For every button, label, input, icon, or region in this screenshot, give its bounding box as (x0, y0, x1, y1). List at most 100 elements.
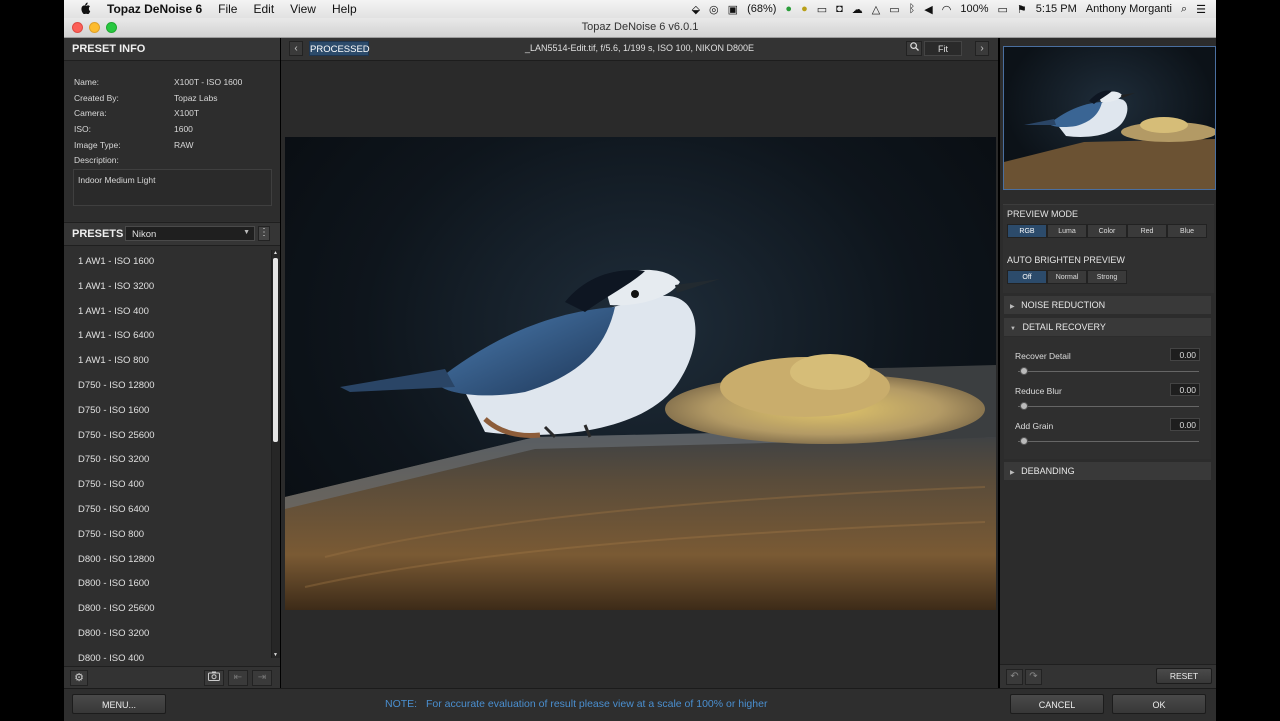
scroll-down-icon[interactable]: ▼ (273, 652, 278, 658)
clock[interactable]: 5:15 PM (1036, 3, 1077, 15)
bluetooth-icon[interactable]: ᛒ (909, 3, 916, 15)
display-icon[interactable]: ▭ (817, 3, 827, 16)
photo-preview[interactable] (285, 137, 996, 610)
preset-item[interactable]: 1 AW1 - ISO 400 (64, 300, 270, 325)
minimize-window-button[interactable] (89, 22, 100, 33)
preview-mode-blue[interactable]: Blue (1167, 224, 1207, 238)
close-window-button[interactable] (72, 22, 83, 33)
battery-percent: 100% (960, 3, 989, 15)
recover-detail-thumb[interactable] (1020, 367, 1028, 375)
redo-icon[interactable]: ↷ (1025, 669, 1042, 685)
creative-cloud-icon[interactable]: ◎ (709, 3, 719, 16)
spotlight-icon[interactable]: ⌕ (1181, 3, 1187, 16)
preset-item[interactable]: 1 AW1 - ISO 1600 (64, 250, 270, 275)
info-label-created-by: Created By: (74, 93, 119, 103)
menu-help[interactable]: Help (324, 2, 365, 16)
preset-item[interactable]: D750 - ISO 12800 (64, 374, 270, 399)
auto-brighten-normal[interactable]: Normal (1047, 270, 1087, 284)
chevron-right-icon[interactable]: › (975, 41, 989, 56)
preset-item[interactable]: D750 - ISO 1600 (64, 399, 270, 424)
chevron-down-icon: ▼ (243, 229, 250, 236)
section-detail-recovery[interactable]: ▼ DETAIL RECOVERY (1004, 318, 1211, 336)
battery-monitor-icon[interactable]: ▣ (728, 3, 738, 16)
recover-detail-label: Recover Detail (1015, 351, 1071, 361)
preset-item[interactable]: D800 - ISO 400 (64, 647, 270, 664)
user-name[interactable]: Anthony Morganti (1086, 3, 1172, 15)
preset-item[interactable]: D750 - ISO 3200 (64, 448, 270, 473)
info-label-camera: Camera: (74, 108, 107, 118)
preset-item[interactable]: D800 - ISO 25600 (64, 597, 270, 622)
preset-item[interactable]: D800 - ISO 1600 (64, 572, 270, 597)
preview-mode-color[interactable]: Color (1087, 224, 1127, 238)
gear-icon[interactable]: ⚙ (70, 670, 88, 686)
menu-file[interactable]: File (210, 2, 245, 16)
preview-mode-luma[interactable]: Luma (1047, 224, 1087, 238)
preset-item[interactable]: 1 AW1 - ISO 6400 (64, 324, 270, 349)
presets-header: PRESETS Nikon ▼ ⋮ (64, 222, 280, 246)
mac-menu-bar: Topaz DeNoise 6 File Edit View Help ⬙ ◎ … (64, 0, 1216, 18)
preset-list[interactable]: 1 AW1 - ISO 1600 1 AW1 - ISO 3200 1 AW1 … (64, 250, 270, 664)
preset-item[interactable]: 1 AW1 - ISO 3200 (64, 275, 270, 300)
wifi-icon[interactable]: ◠ (942, 3, 952, 16)
import-preset-icon[interactable]: ⇤ (228, 670, 248, 686)
reset-button[interactable]: RESET (1156, 668, 1212, 684)
evernote-icon[interactable]: ● (785, 3, 792, 15)
menu-edit[interactable]: Edit (245, 2, 282, 16)
cloud-icon[interactable]: ☁ (852, 3, 863, 16)
preset-item[interactable]: D800 - ISO 3200 (64, 622, 270, 647)
camera-icon[interactable] (204, 670, 224, 686)
reduce-blur-thumb[interactable] (1020, 402, 1028, 410)
app-menu[interactable]: Topaz DeNoise 6 (99, 2, 210, 16)
add-grain-track[interactable] (1018, 441, 1199, 442)
volume-icon[interactable]: ◀ (924, 3, 932, 16)
zoom-window-button[interactable] (106, 22, 117, 33)
recover-detail-track[interactable] (1018, 371, 1199, 372)
menu-button[interactable]: MENU... (72, 694, 166, 714)
preset-item[interactable]: 1 AW1 - ISO 800 (64, 349, 270, 374)
add-grain-thumb[interactable] (1020, 437, 1028, 445)
preset-item[interactable]: D750 - ISO 6400 (64, 498, 270, 523)
zoom-select[interactable]: Fit (924, 41, 962, 56)
search-icon[interactable] (906, 41, 922, 56)
notification-center-icon[interactable]: ☰ (1196, 3, 1206, 16)
preset-item[interactable]: D750 - ISO 800 (64, 523, 270, 548)
scroll-up-icon[interactable]: ▲ (273, 250, 278, 256)
detail-recovery-label: DETAIL RECOVERY (1022, 322, 1106, 332)
preview-mode-red[interactable]: Red (1127, 224, 1167, 238)
navigator-thumbnail[interactable] (1003, 46, 1216, 190)
preview-mode-section: PREVIEW MODE RGB Luma Color Red Blue AUTO BR… (1003, 204, 1214, 293)
presets-options-icon[interactable]: ⋮ (258, 226, 270, 241)
menu-view[interactable]: View (282, 2, 324, 16)
apple-menu-icon[interactable] (64, 2, 99, 17)
info-value-name: X100T - ISO 1600 (174, 77, 243, 87)
undo-icon[interactable]: ↶ (1006, 669, 1023, 685)
preset-item[interactable]: D750 - ISO 400 (64, 473, 270, 498)
preset-item[interactable]: D800 - ISO 12800 (64, 548, 270, 573)
auto-brighten-strong[interactable]: Strong (1087, 270, 1127, 284)
recover-detail-value[interactable]: 0.00 (1170, 348, 1200, 361)
reduce-blur-track[interactable] (1018, 406, 1199, 407)
scrollbar-thumb[interactable] (273, 258, 278, 442)
section-debanding[interactable]: ▶ DEBANDING (1004, 462, 1211, 480)
add-grain-value[interactable]: 0.00 (1170, 418, 1200, 431)
dollar-icon[interactable]: ● (801, 3, 808, 15)
drive-icon[interactable]: △ (872, 3, 880, 16)
export-preset-icon[interactable]: ⇥ (252, 670, 272, 686)
auto-brighten-off[interactable]: Off (1007, 270, 1047, 284)
ok-button[interactable]: OK (1112, 694, 1206, 714)
dropbox-icon[interactable]: ⬙ (692, 3, 700, 16)
battery-icon[interactable]: ▭ (997, 3, 1007, 16)
cancel-button[interactable]: CANCEL (1010, 694, 1104, 714)
camera-select-value: Nikon (132, 229, 157, 240)
letterbox-right (1216, 0, 1280, 720)
preset-item[interactable]: D750 - ISO 25600 (64, 424, 270, 449)
preview-mode-rgb[interactable]: RGB (1007, 224, 1047, 238)
camera-select[interactable]: Nikon ▼ (125, 226, 255, 241)
flag-icon[interactable]: ⚑ (1017, 3, 1027, 16)
section-noise-reduction[interactable]: ▶ NOISE REDUCTION (1004, 296, 1211, 314)
airplay-icon[interactable]: ▭ (889, 3, 899, 16)
reduce-blur-value[interactable]: 0.00 (1170, 383, 1200, 396)
gamepad-icon[interactable]: ◘ (836, 3, 843, 15)
reduce-blur-label: Reduce Blur (1015, 386, 1062, 396)
preset-list-scrollbar[interactable]: ▲ ▼ (271, 250, 280, 658)
